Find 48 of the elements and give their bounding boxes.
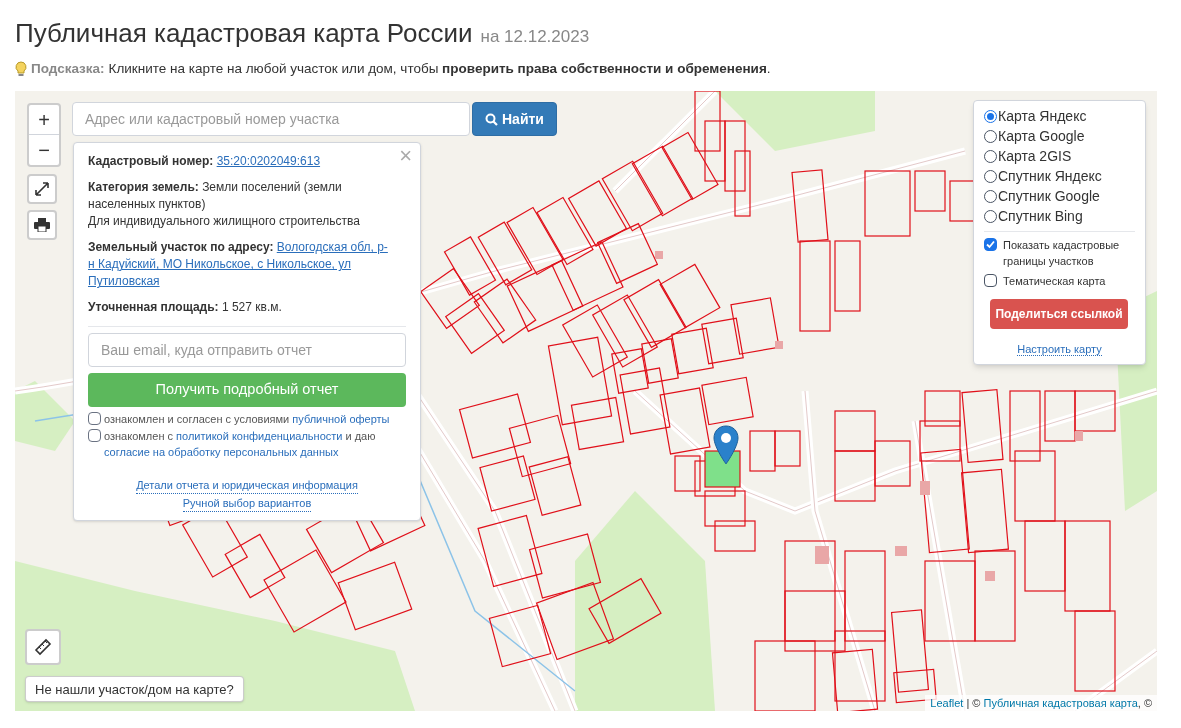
consent-link[interactable]: политикой конфиденциальности <box>176 430 343 443</box>
printer-icon <box>34 218 50 233</box>
date-label: на 12.12.2023 <box>480 26 590 48</box>
base-map-label: Карта Яндекс <box>998 106 1087 126</box>
consent-text: ознакомлен с политикой конфиденциальности и даю согласие на обработку персональных данных <box>104 429 377 461</box>
hint-text: Кликните на карте на любой участок или дом, чтобы проверить права собственности и обременения. <box>108 60 771 78</box>
field-text[interactable]: Кадастровый номер: 35:20:0202049:613 <box>88 153 390 171</box>
popup-link[interactable]: Детали отчета и юридическая информация <box>136 478 358 495</box>
find-button[interactable]: Найти <box>472 102 557 137</box>
email-field[interactable]: Ваш email, куда отправить отчет <box>88 333 406 368</box>
overlay-label: Тематическая карта <box>1003 274 1106 290</box>
base-map-label: Спутник Яндекс <box>998 166 1102 186</box>
field-note: Для индивидуального жилищного строительства <box>88 213 361 231</box>
map-settings-link[interactable]: Настроить карту <box>1017 343 1102 357</box>
ruler-icon <box>34 638 52 657</box>
overlay-label: Показать кадастровые границы участков <box>1003 238 1121 270</box>
search-icon <box>485 112 498 126</box>
base-map-label: Карта Google <box>998 126 1085 146</box>
hint-label: Подсказка: <box>31 60 105 78</box>
page-title: Публичная кадастровая карта России <box>15 17 473 50</box>
lightbulb-icon <box>15 61 27 78</box>
attribution-link[interactable]: Leaflet <box>930 696 964 709</box>
base-map-label: Спутник Google <box>998 186 1100 206</box>
zoom-out-button[interactable]: − <box>29 135 59 166</box>
attribution: Leaflet | © Публичная кадастровая карта, © <box>925 694 1157 712</box>
consent-link[interactable]: публичной оферты <box>292 413 390 426</box>
popup-link[interactable]: Ручной выбор вариантов <box>182 496 312 513</box>
zoom-in-button[interactable]: + <box>29 105 59 136</box>
field-text: Уточненная площадь: 1 527 кв.м. <box>88 299 283 317</box>
base-map-label: Карта 2GIS <box>998 146 1072 166</box>
overlay-checkbox[interactable] <box>984 238 997 252</box>
consent-text: ознакомлен и согласен с условиями публичной оферты <box>104 412 390 428</box>
field-text[interactable]: Земельный участок по адресу: Вологодская обл, р-н Кадуйский, МО Никольское, с Никольское, ул Путиловская <box>88 239 390 291</box>
search-field[interactable]: Адрес или кадастровый номер участка <box>72 102 470 137</box>
share-link-button[interactable]: Поделиться ссылкой <box>990 299 1128 330</box>
consent-checkbox[interactable] <box>88 412 101 426</box>
overlay-checkbox[interactable] <box>984 274 997 288</box>
consent-link[interactable]: согласие на обработку персональных данных <box>104 446 339 459</box>
base-map-label: Спутник Bing <box>998 206 1083 226</box>
expand-icon <box>35 182 49 197</box>
not-found-button[interactable]: Не нашли участок/дом на карте? <box>25 676 244 703</box>
print-button[interactable] <box>27 210 57 241</box>
ruler-button[interactable] <box>25 629 61 666</box>
consent-checkbox[interactable] <box>88 429 101 443</box>
map-marker-icon <box>712 425 740 466</box>
field-text: Категория земель: Земли поселений (земли населенных пунктов) <box>88 179 343 214</box>
attribution-link[interactable]: Публичная кадастровая карта <box>983 696 1138 709</box>
fullscreen-button[interactable] <box>27 174 57 205</box>
